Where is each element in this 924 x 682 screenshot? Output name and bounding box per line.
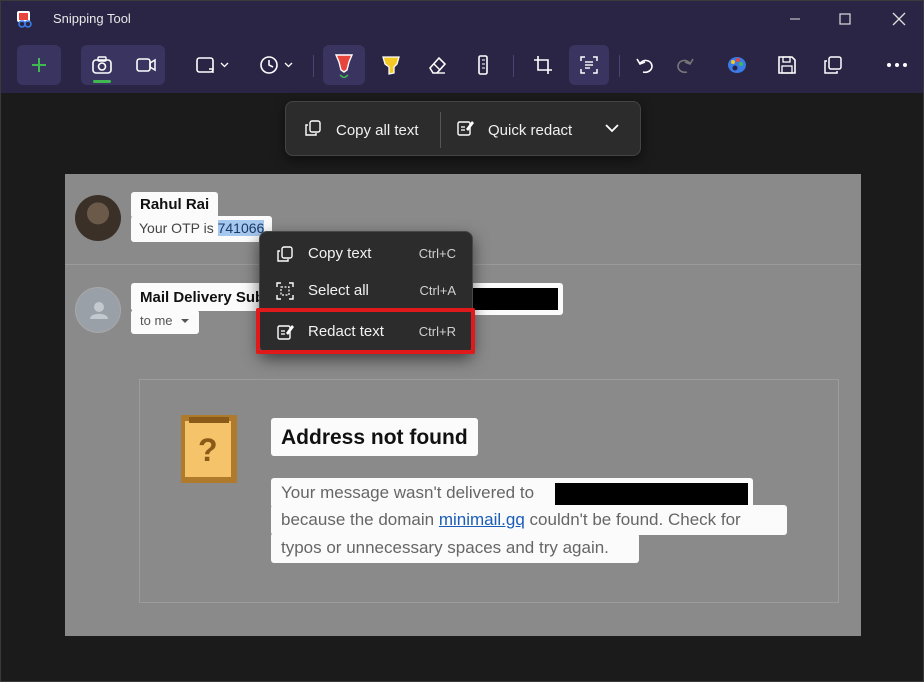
save-icon [777, 55, 797, 75]
text-actions-expand-button[interactable] [604, 114, 620, 146]
copy-icon [823, 55, 843, 75]
mode-toggle [81, 45, 165, 85]
highlighter-icon [380, 54, 402, 76]
snipping-tool-window: Snipping Tool Copy all text Quick redact… [0, 0, 924, 682]
eraser-icon [426, 54, 448, 76]
select-all-icon [276, 282, 294, 304]
toolbar-separator [513, 55, 514, 77]
caret-down-icon [176, 313, 190, 328]
ballpoint-pen-button[interactable] [323, 45, 365, 85]
snip-shape-dropdown[interactable] [189, 45, 237, 85]
warning-note-icon: ? [181, 413, 239, 490]
recipient-dropdown[interactable]: to me [131, 310, 200, 334]
bounce-title[interactable]: Address not found [271, 418, 478, 456]
annotation-highlight-box [256, 308, 475, 354]
bounce-line-1-text: Your message wasn't delivered to [281, 483, 535, 502]
window-title: Snipping Tool [53, 11, 131, 26]
redacted-address [555, 483, 748, 505]
bounce-line-2[interactable]: because the domain minimail.gq couldn't … [271, 505, 787, 535]
menu-item-select-all[interactable]: Select all Ctrl+A [264, 273, 470, 307]
menu-item-shortcut: Ctrl+C [418, 245, 456, 261]
otp-prefix: Your OTP is [139, 220, 218, 236]
ruler-button[interactable] [463, 45, 503, 85]
toolbar [1, 37, 923, 93]
maximize-button[interactable] [821, 1, 869, 37]
redo-icon [674, 54, 696, 76]
more-options-button[interactable] [875, 45, 919, 85]
eraser-button[interactable] [417, 45, 457, 85]
menu-item-shortcut: Ctrl+A [419, 282, 456, 298]
person-icon [90, 302, 108, 319]
snipping-tool-app-icon [15, 9, 35, 29]
copy-all-text-label: Copy all text [336, 121, 419, 139]
copy-button[interactable] [813, 45, 853, 85]
menu-item-label: Copy text [308, 244, 372, 262]
text-actions-bar: Copy all text Quick redact [285, 101, 641, 156]
sender-name[interactable]: Rahul Rai [131, 192, 219, 218]
chevron-down-icon [604, 120, 620, 140]
domain-link[interactable]: minimail.gq [439, 510, 525, 529]
default-avatar [75, 287, 121, 333]
save-button[interactable] [767, 45, 807, 85]
crop-button[interactable] [523, 45, 563, 85]
quick-redact-button[interactable]: Quick redact [456, 114, 572, 146]
bounce-line-2-pre: because the domain [281, 510, 439, 529]
highlighter-button[interactable] [371, 45, 411, 85]
redo-button[interactable] [665, 45, 705, 85]
copy-all-text-button[interactable]: Copy all text [304, 114, 419, 146]
video-icon[interactable] [135, 55, 157, 75]
ruler-icon [475, 54, 491, 76]
title-bar: Snipping Tool [1, 1, 923, 37]
menu-item-label: Select all [308, 281, 369, 299]
plus-icon [30, 56, 48, 74]
minimize-button[interactable] [771, 1, 819, 37]
copy-icon [276, 245, 294, 267]
svg-text:?: ? [198, 432, 218, 468]
text-actions-button[interactable] [569, 45, 609, 85]
menu-item-copy-text[interactable]: Copy text Ctrl+C [264, 236, 470, 270]
redacted-block [463, 283, 563, 315]
toolbar-separator [619, 55, 620, 77]
more-icon [886, 62, 908, 68]
toolbar-separator [313, 55, 314, 77]
undo-icon [634, 54, 656, 76]
clock-icon [259, 55, 295, 75]
delay-dropdown[interactable] [253, 45, 301, 85]
bounce-line-2-post: couldn't be found. Check for [524, 510, 741, 529]
active-mode-indicator [93, 80, 111, 83]
otp-code-selected[interactable]: 741066 [217, 220, 265, 236]
sender-name-2[interactable]: Mail Delivery Subsystem [131, 283, 263, 311]
paint-icon [726, 54, 748, 76]
bar-separator [440, 112, 441, 148]
to-me-label: to me [140, 313, 173, 328]
redact-icon [456, 119, 474, 141]
close-button[interactable] [875, 1, 923, 37]
ballpoint-pen-icon [333, 52, 355, 78]
undo-button[interactable] [625, 45, 665, 85]
crop-icon [532, 54, 554, 76]
otp-line[interactable]: Your OTP is 741066 [131, 216, 273, 242]
sender-avatar [75, 195, 121, 241]
bounce-line-3[interactable]: typos or unnecessary spaces and try agai… [271, 533, 639, 563]
quick-redact-label: Quick redact [488, 121, 573, 139]
new-snip-button[interactable] [17, 45, 61, 85]
paint-button[interactable] [715, 45, 759, 85]
camera-icon[interactable] [91, 55, 113, 75]
rectangle-snip-icon [195, 55, 231, 75]
copy-icon [304, 119, 322, 141]
text-actions-icon [578, 54, 600, 76]
